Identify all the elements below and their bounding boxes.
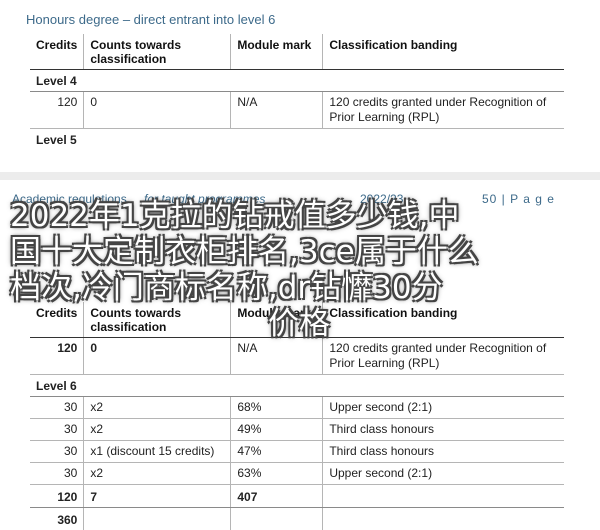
level-label: Level 5 bbox=[30, 129, 564, 151]
cell-counts: 0 bbox=[84, 92, 231, 129]
level-label: Level 6 bbox=[30, 375, 564, 397]
level-row: Level 5 bbox=[30, 129, 564, 151]
cell-credits: 120 bbox=[30, 338, 84, 375]
cell-counts: x1 (discount 15 credits) bbox=[84, 441, 231, 463]
cell-mark: 63% bbox=[231, 463, 323, 485]
cell-counts: x2 bbox=[84, 397, 231, 419]
cell-banding: 120 credits granted under Recognition of… bbox=[323, 338, 564, 375]
table-row: 30 x2 63% Upper second (2:1) bbox=[30, 463, 564, 485]
cell-counts: 0 bbox=[84, 338, 231, 375]
cell-counts: x2 bbox=[84, 463, 231, 485]
cell-counts-total: 7 bbox=[84, 485, 231, 508]
cell-credits-total: 120 bbox=[30, 485, 84, 508]
overlay-line-2: 国十大定制衣柜排名,3ce属于什么 bbox=[10, 234, 590, 270]
classification-table-top: Credits Counts towards classification Mo… bbox=[30, 34, 564, 150]
cell-credits: 120 bbox=[30, 92, 84, 129]
table-row: 30 x1 (discount 15 credits) 47% Third cl… bbox=[30, 441, 564, 463]
cell-banding: Upper second (2:1) bbox=[323, 463, 564, 485]
overlay-caption: 2022年1克拉的钻戒值多少钱,中 国十大定制衣柜排名,3ce属于什么 档次,冷… bbox=[10, 198, 590, 342]
cell-credits: 30 bbox=[30, 397, 84, 419]
cell-empty bbox=[323, 508, 564, 530]
cell-empty bbox=[231, 508, 323, 530]
cell-mark-total: 407 bbox=[231, 485, 323, 508]
subtotal-row: 120 7 407 bbox=[30, 485, 564, 508]
cell-credits: 30 bbox=[30, 419, 84, 441]
table-row: 30 x2 49% Third class honours bbox=[30, 419, 564, 441]
header-counts: Counts towards classification bbox=[84, 34, 231, 70]
cell-empty bbox=[84, 508, 231, 530]
cell-counts: x2 bbox=[84, 419, 231, 441]
cell-banding: Upper second (2:1) bbox=[323, 397, 564, 419]
header-module-mark: Module mark bbox=[231, 34, 323, 70]
cell-grand-total: 360 bbox=[30, 508, 84, 530]
table-row: 30 x2 68% Upper second (2:1) bbox=[30, 397, 564, 419]
cell-mark: N/A bbox=[231, 338, 323, 375]
cell-banding: Third class honours bbox=[323, 419, 564, 441]
overlay-line-4: 价格 bbox=[10, 306, 590, 342]
cell-banding: 120 credits granted under Recognition of… bbox=[323, 92, 564, 129]
level-label: Level 4 bbox=[30, 70, 564, 92]
cell-credits: 30 bbox=[30, 463, 84, 485]
cell-mark: N/A bbox=[231, 92, 323, 129]
level-row: Level 4 bbox=[30, 70, 564, 92]
grand-total-row: 360 bbox=[30, 508, 564, 530]
cell-mark: 47% bbox=[231, 441, 323, 463]
overlay-line-3: 档次,冷门商标名称,dr钻戂30分 bbox=[10, 270, 590, 306]
top-page-section: Honours degree – direct entrant into lev… bbox=[0, 0, 600, 172]
header-banding: Classification banding bbox=[323, 34, 564, 70]
cell-banding-empty bbox=[323, 485, 564, 508]
section-heading: Honours degree – direct entrant into lev… bbox=[26, 12, 275, 27]
table-row: 120 0 N/A 120 credits granted under Reco… bbox=[30, 92, 564, 129]
cell-banding: Third class honours bbox=[323, 441, 564, 463]
cell-credits: 30 bbox=[30, 441, 84, 463]
overlay-line-1: 2022年1克拉的钻戒值多少钱,中 bbox=[10, 198, 590, 234]
page-separator bbox=[0, 172, 600, 180]
cell-mark: 49% bbox=[231, 419, 323, 441]
cell-mark: 68% bbox=[231, 397, 323, 419]
table-row: 120 0 N/A 120 credits granted under Reco… bbox=[30, 338, 564, 375]
header-credits: Credits bbox=[30, 34, 84, 70]
table-header-row: Credits Counts towards classification Mo… bbox=[30, 34, 564, 70]
level-row: Level 6 bbox=[30, 375, 564, 397]
